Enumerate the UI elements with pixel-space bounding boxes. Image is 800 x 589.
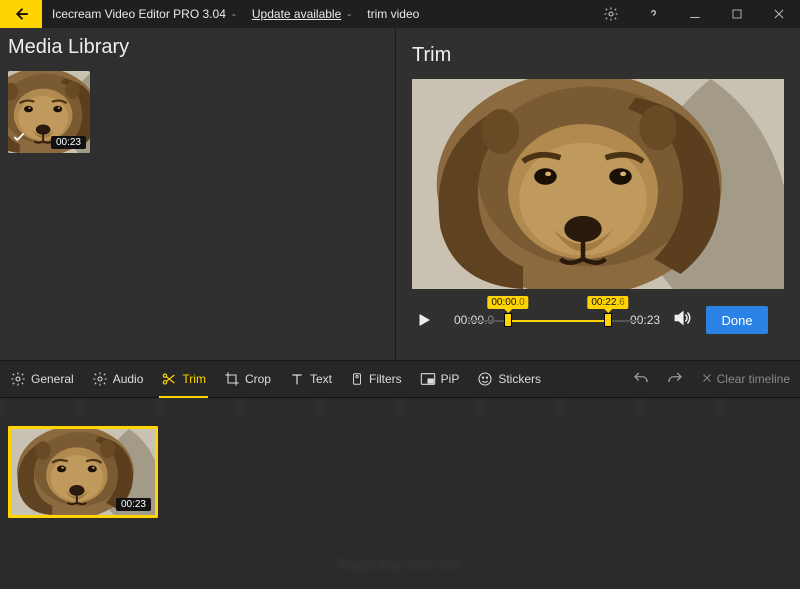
gear-icon <box>10 371 26 387</box>
back-button[interactable] <box>0 0 42 28</box>
text-icon <box>289 371 305 387</box>
scissors-icon <box>161 371 177 387</box>
done-button[interactable]: Done <box>706 306 768 334</box>
undo-button[interactable] <box>627 365 655 393</box>
sticker-icon <box>477 371 493 387</box>
tab-stickers[interactable]: Stickers <box>477 360 541 398</box>
trim-end-handle[interactable] <box>604 313 612 327</box>
trim-start-label: 00:00.0 <box>487 296 528 309</box>
timeline-ruler[interactable] <box>0 398 800 418</box>
check-icon <box>12 130 26 149</box>
filters-icon <box>350 371 364 387</box>
gear-icon <box>92 371 108 387</box>
redo-button[interactable] <box>661 365 689 393</box>
close-button[interactable] <box>758 0 800 28</box>
close-icon <box>701 372 713 387</box>
preview-area <box>412 79 788 289</box>
audio-drop-hint: Drag & drop audio here <box>0 557 800 571</box>
trim-start-handle[interactable] <box>504 313 512 327</box>
volume-button[interactable] <box>672 308 692 333</box>
pip-icon <box>420 372 436 386</box>
crop-icon <box>224 371 240 387</box>
preview-image[interactable] <box>412 79 784 289</box>
title-separator: - <box>347 7 351 21</box>
app-title: Icecream Video Editor PRO 3.04 <box>52 7 226 21</box>
project-name: trim video <box>367 7 419 21</box>
update-available-link[interactable]: Update available <box>252 7 341 21</box>
titlebar: Icecream Video Editor PRO 3.04 - Update … <box>0 0 800 28</box>
tab-trim[interactable]: Trim <box>161 360 206 398</box>
trim-range-track[interactable]: 00:00.0 00:22.6 <box>508 302 608 338</box>
tab-audio[interactable]: Audio <box>92 360 144 398</box>
timeline-panel: 00:23 Drag & drop audio here <box>0 398 800 589</box>
tab-general[interactable]: General <box>10 360 74 398</box>
minimize-button[interactable] <box>674 0 716 28</box>
title-separator: - <box>232 7 236 21</box>
media-clip-thumbnail[interactable]: 00:23 <box>8 71 90 153</box>
timeline-clip[interactable]: 00:23 <box>8 426 158 518</box>
trim-end-label: 00:22.6 <box>587 296 628 309</box>
media-library-panel: Media Library 00:23 <box>0 28 396 360</box>
tools-bar: General Audio Trim Crop Text Filters PiP… <box>0 360 800 398</box>
help-button[interactable] <box>632 0 674 28</box>
media-library-title: Media Library <box>0 28 395 71</box>
maximize-button[interactable] <box>716 0 758 28</box>
settings-button[interactable] <box>590 0 632 28</box>
tab-text[interactable]: Text <box>289 360 332 398</box>
play-button[interactable] <box>412 311 436 329</box>
trim-title: Trim <box>412 36 788 79</box>
trim-panel: Trim 00:00.0 00:00.0 00:22.6 00:23 Done <box>396 28 800 360</box>
clip-duration-badge: 00:23 <box>116 498 151 511</box>
clip-duration-badge: 00:23 <box>51 136 86 149</box>
clear-timeline-button[interactable]: Clear timeline <box>701 372 790 387</box>
tab-crop[interactable]: Crop <box>224 360 271 398</box>
tab-filters[interactable]: Filters <box>350 360 402 398</box>
tab-pip[interactable]: PiP <box>420 360 460 398</box>
